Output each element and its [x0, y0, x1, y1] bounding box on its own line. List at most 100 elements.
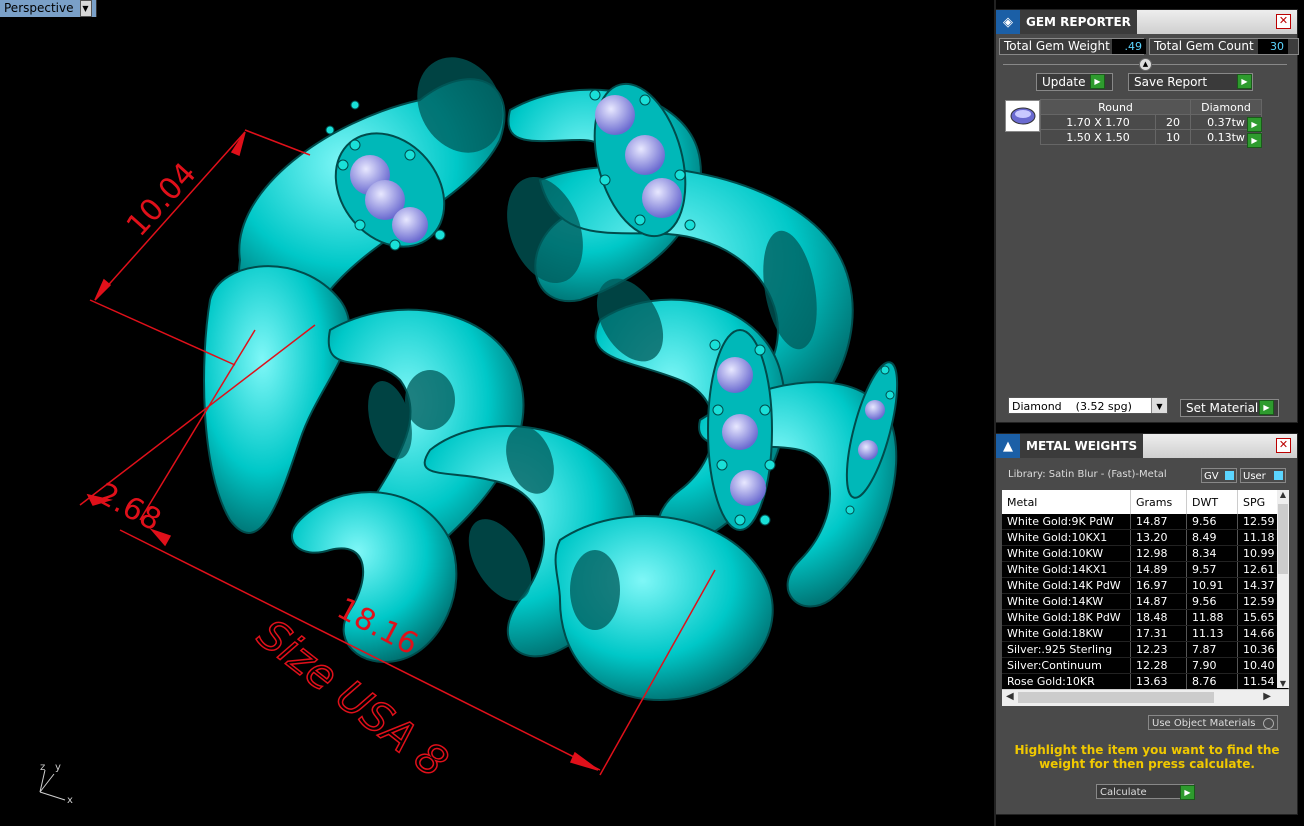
round-diamond-icon [1010, 107, 1035, 125]
perspective-viewport[interactable]: 10.04 2.68 18.16 Size USA 8 x y z Perspe… [0, 0, 996, 826]
chevron-down-icon[interactable]: ▼ [1151, 398, 1167, 413]
horizontal-scroll-thumb[interactable] [1018, 692, 1214, 703]
vertical-scrollbar[interactable]: ▲ ▼ [1277, 490, 1289, 688]
horizontal-scrollbar[interactable]: ◀ ▶ [1002, 689, 1289, 706]
metal-row[interactable]: White Gold:14K PdW 16.97 10.91 14.37 [1002, 577, 1289, 594]
scroll-down-icon[interactable]: ▼ [1277, 679, 1289, 688]
metal-weights-header[interactable]: ▲ METAL WEIGHTS ✕ [996, 434, 1297, 458]
metal-name: White Gold:14K PdW [1002, 577, 1131, 594]
dimension-left: 2.68 [91, 476, 166, 538]
gem-size: 1.70 X 1.70 [1040, 114, 1156, 130]
metal-row[interactable]: Silver:.925 Sterling 12.23 7.87 10.36 [1002, 641, 1289, 658]
metal-grams: 14.87 [1130, 593, 1187, 610]
gem-reporter-panel: ◈ GEM REPORTER ✕ [995, 9, 1298, 423]
metal-weights-close-button[interactable]: ✕ [1276, 438, 1291, 453]
update-button-label: Update [1042, 75, 1086, 89]
metal-weights-table-area: Metal Grams DWT SPG White Gold:9K PdW 14.… [1002, 490, 1289, 706]
calculate-button-label: Calculate [1100, 787, 1147, 798]
metal-grams: 17.31 [1130, 625, 1187, 642]
metal-row[interactable]: White Gold:18KW 17.31 11.13 14.66 [1002, 625, 1289, 642]
column-header-metal[interactable]: Metal [1002, 490, 1131, 514]
metal-dwt: 7.90 [1186, 657, 1238, 674]
gem-shape-header: Round [1040, 99, 1191, 115]
metal-name: Silver:Continuum [1002, 657, 1131, 674]
set-material-go-icon[interactable]: ▶ [1259, 400, 1274, 415]
gem-type-header: Diamond [1190, 99, 1262, 115]
axis-x-label: x [67, 795, 73, 806]
use-object-materials-label: Use Object Materials [1152, 718, 1256, 729]
gem-reporter-header[interactable]: ◈ GEM REPORTER ✕ [996, 10, 1297, 34]
scroll-right-icon[interactable]: ▶ [1263, 691, 1271, 702]
material-select-value: Diamond (3.52 spg) [1012, 400, 1132, 413]
metal-grams: 14.87 [1130, 514, 1187, 530]
save-report-button[interactable]: Save Report [1128, 73, 1253, 91]
metal-grams: 12.98 [1130, 545, 1187, 562]
scroll-up-icon[interactable]: ▲ [1277, 490, 1289, 499]
gem-row[interactable]: 1.70 X 1.70 20 0.37tw [1040, 114, 1262, 130]
metal-name: Rose Gold:10KR [1002, 673, 1131, 690]
calculate-go-icon[interactable]: ▶ [1180, 785, 1195, 800]
metal-row[interactable]: White Gold:14KW 14.87 9.56 12.59 [1002, 593, 1289, 610]
gem-row-2-go-icon[interactable]: ▶ [1247, 133, 1262, 148]
metal-name: White Gold:18K PdW [1002, 609, 1131, 626]
gv-label: GV [1204, 471, 1219, 482]
library-label: Library: Satin Blur - (Fast)-Metal [1008, 469, 1167, 480]
column-header-grams[interactable]: Grams [1130, 490, 1187, 514]
metal-dwt: 9.56 [1186, 514, 1238, 530]
gem-reporter-title: GEM REPORTER [1020, 10, 1137, 34]
gem-thumbnail[interactable] [1005, 100, 1040, 132]
use-object-materials-checkbox[interactable]: Use Object Materials [1148, 715, 1278, 730]
metal-row[interactable]: White Gold:10KX1 13.20 8.49 11.18 [1002, 529, 1289, 546]
metal-row[interactable]: White Gold:18K PdW 18.48 11.88 15.65 [1002, 609, 1289, 626]
metal-row[interactable]: White Gold:10KW 12.98 8.34 10.99 [1002, 545, 1289, 562]
total-gem-weight-value: .49 [1112, 39, 1146, 54]
material-select[interactable]: Diamond (3.52 spg) ▼ [1008, 397, 1168, 414]
viewport-title-tab[interactable]: Perspective ▼ [0, 0, 97, 17]
metal-name: White Gold:10KX1 [1002, 529, 1131, 546]
metal-row[interactable]: Rose Gold:10KR 13.63 8.76 11.54 [1002, 673, 1289, 690]
total-gem-count-value: 30 [1258, 39, 1288, 54]
gv-toggle[interactable]: GV [1201, 468, 1237, 483]
metal-dwt: 8.34 [1186, 545, 1238, 562]
ring-chain-links [203, 78, 898, 702]
update-go-icon[interactable]: ▶ [1090, 74, 1105, 89]
user-toggle[interactable]: User [1240, 468, 1286, 483]
gem-reporter-close-button[interactable]: ✕ [1276, 14, 1291, 29]
metal-name: White Gold:10KW [1002, 545, 1131, 562]
metal-name: White Gold:9K PdW [1002, 514, 1131, 530]
metal-weights-table: Metal Grams DWT SPG White Gold:9K PdW 14.… [1002, 490, 1289, 690]
axis-z-label: z [40, 762, 45, 773]
gem-row-1-go-icon[interactable]: ▶ [1247, 117, 1262, 132]
metal-grams: 18.48 [1130, 609, 1187, 626]
metal-grams: 16.97 [1130, 577, 1187, 594]
scroll-left-icon[interactable]: ◀ [1006, 691, 1014, 702]
radio-icon [1263, 718, 1274, 729]
metal-dwt: 9.56 [1186, 593, 1238, 610]
metal-grams: 13.63 [1130, 673, 1187, 690]
dimension-top: 10.04 [120, 156, 203, 243]
set-material-button-label: Set Material [1186, 401, 1259, 415]
metal-grams: 12.23 [1130, 641, 1187, 658]
metal-name: White Gold:14KX1 [1002, 561, 1131, 578]
save-report-button-label: Save Report [1134, 75, 1208, 89]
save-report-go-icon[interactable]: ▶ [1237, 74, 1252, 89]
metal-name: White Gold:18KW [1002, 625, 1131, 642]
metal-dwt: 10.91 [1186, 577, 1238, 594]
splitter-handle[interactable]: ▲ [1139, 58, 1152, 71]
vertical-scroll-thumb[interactable] [1278, 504, 1288, 574]
metal-weights-title: METAL WEIGHTS [1020, 434, 1144, 458]
metal-dwt: 8.76 [1186, 673, 1238, 690]
metal-row[interactable]: White Gold:14KX1 14.89 9.57 12.61 [1002, 561, 1289, 578]
metal-row[interactable]: Silver:Continuum 12.28 7.90 10.40 [1002, 657, 1289, 674]
instruction-text: Highlight the item you want to find the … [1014, 743, 1280, 771]
column-header-dwt[interactable]: DWT [1186, 490, 1238, 514]
metal-grams: 13.20 [1130, 529, 1187, 546]
gem-count: 20 [1155, 114, 1191, 130]
metal-dwt: 8.49 [1186, 529, 1238, 546]
gem-count: 10 [1155, 129, 1191, 145]
metal-dwt: 11.88 [1186, 609, 1238, 626]
metal-row[interactable]: White Gold:9K PdW 14.87 9.56 12.59 [1002, 514, 1289, 530]
viewport-menu-dropdown[interactable]: ▼ [79, 0, 92, 17]
gem-row[interactable]: 1.50 X 1.50 10 0.13tw [1040, 129, 1262, 145]
metal-dwt: 9.57 [1186, 561, 1238, 578]
